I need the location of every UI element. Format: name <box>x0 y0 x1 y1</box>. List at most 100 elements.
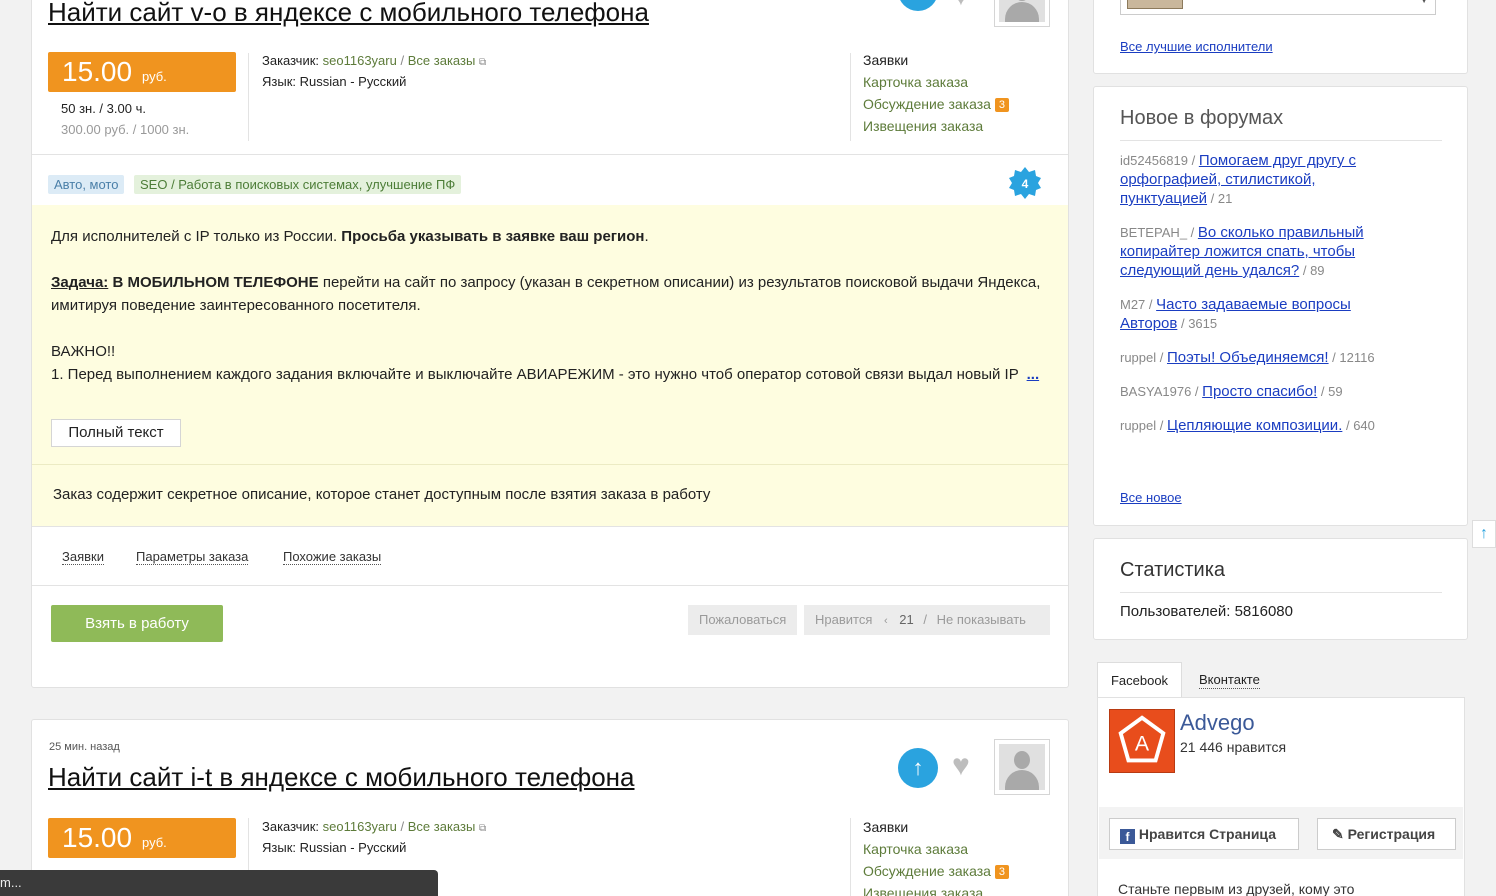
tab-order-params[interactable]: Параметры заказа <box>136 549 249 565</box>
social-tab-vkontakte[interactable]: Вконтакте <box>1199 672 1260 689</box>
best-performers-link[interactable]: Все лучшие исполнители <box>1120 39 1273 54</box>
complain-button[interactable]: Пожаловаться <box>688 605 798 635</box>
like-button[interactable]: Нравится <box>815 612 872 627</box>
users-count: 5816080 <box>1234 603 1293 620</box>
status-url: m... <box>0 875 22 890</box>
forum-topic-link[interactable]: Просто спасибо! <box>1202 383 1317 400</box>
language-line: Язык: Russian - Русский <box>262 74 406 89</box>
forum-item: BASYA1976 / Просто спасибо! / 59 <box>1120 383 1343 400</box>
forum-item: id52456819 / Помогаем друг другу с орфог… <box>1120 152 1357 207</box>
raise-order-button[interactable] <box>898 748 938 788</box>
advego-logo-icon: A <box>1118 715 1166 763</box>
divider <box>850 818 851 896</box>
secret-note: Заказ содержит секретное описание, котор… <box>53 486 711 503</box>
price-box: 15.00 руб. <box>48 818 236 858</box>
users-stat: Пользователей: 5816080 <box>1120 603 1293 620</box>
bids-count-badge: 4 <box>1009 167 1041 199</box>
like-count: 21 <box>899 612 914 627</box>
discussion-link[interactable]: Обсуждение заказа <box>863 96 991 112</box>
favorite-heart-icon[interactable]: ♥ <box>952 0 970 11</box>
order-title[interactable]: Найти сайт v-o в яндексе с мобильного те… <box>48 0 649 28</box>
category-tag[interactable]: Авто, мото <box>48 175 125 194</box>
forums-card: Новое в форумах id52456819 / Помогаем др… <box>1093 86 1468 526</box>
best-performers-card: ▼ Все лучшие исполнители <box>1093 0 1468 74</box>
divider <box>32 154 1068 155</box>
bids-link[interactable]: Заявки <box>863 816 1009 838</box>
divider <box>850 53 851 141</box>
forum-item: ВЕТЕРАН_ / Во сколько правильный копирай… <box>1120 224 1364 279</box>
stats-title: Статистика <box>1120 559 1226 581</box>
forum-item: ruppel / Поэты! Объединяемся! / 12116 <box>1120 349 1375 366</box>
tab-bids[interactable]: Заявки <box>62 549 104 565</box>
price-currency: руб. <box>142 69 167 84</box>
hide-button[interactable]: Не показывать <box>937 612 1026 627</box>
fb-page-name[interactable]: Advego <box>1180 710 1255 736</box>
forum-list: id52456819 / Помогаем друг другу с орфог… <box>1120 151 1400 450</box>
pencil-icon: ✎ <box>1332 826 1344 842</box>
language-label: Язык: <box>262 74 296 89</box>
more-link[interactable]: ... <box>1027 366 1040 383</box>
stats-card: Статистика Пользователей: 5816080 <box>1093 538 1468 640</box>
take-order-button[interactable]: Взять в работу <box>51 605 223 642</box>
like-controls: Нравится ‹ 21 / Не показывать <box>804 605 1050 635</box>
price-box: 15.00 руб. <box>48 52 236 92</box>
order-links: Заявки Карточка заказа Обсуждение заказа… <box>863 816 1009 896</box>
all-orders-link[interactable]: Все заказы <box>408 819 476 834</box>
discussion-link[interactable]: Обсуждение заказа <box>863 863 991 879</box>
notifications-link[interactable]: Извещения заказа <box>863 882 1009 896</box>
fb-friends-text: Станьте первым из друзей, кому это <box>1118 881 1355 896</box>
notifications-link[interactable]: Извещения заказа <box>863 115 1009 137</box>
customer-avatar[interactable] <box>994 0 1050 27</box>
scroll-to-top-button[interactable]: ↑ <box>1472 520 1496 548</box>
customer-name-link[interactable]: seo1163yaru <box>323 53 397 68</box>
order-card-link[interactable]: Карточка заказа <box>863 71 1009 93</box>
forum-topic-link[interactable]: Часто задаваемые вопросы Авторов <box>1120 296 1351 332</box>
volume-time: 50 зн. / 3.00 ч. <box>61 101 146 116</box>
customer-line: Заказчик: seo1163yaru / Все заказы ⧉ <box>262 53 487 68</box>
advego-logo[interactable]: A <box>1109 709 1175 773</box>
full-text-button[interactable]: Полный текст <box>51 419 181 447</box>
discussion-count-badge: 3 <box>994 98 1009 112</box>
category-tag[interactable]: SEO / Работа в поисковых системах, улучш… <box>134 175 462 194</box>
divider <box>248 53 249 141</box>
fb-cover: A Advego 21 446 нравится <box>1099 699 1463 807</box>
forum-topic-link[interactable]: Цепляющие композиции. <box>1167 417 1342 434</box>
social-tab-facebook[interactable]: Facebook <box>1097 662 1182 698</box>
customer-line: Заказчик: seo1163yaru / Все заказы ⧉ <box>262 819 487 834</box>
language-value: Russian - Русский <box>299 74 407 89</box>
order-time: 25 мин. назад <box>49 741 120 753</box>
customer-label: Заказчик: <box>262 53 320 68</box>
price-value: 15.00 <box>62 822 133 853</box>
divider <box>32 585 1068 586</box>
raise-order-button[interactable] <box>898 0 938 11</box>
rate-per-1000: 300.00 руб. / 1000 зн. <box>61 122 190 137</box>
price-currency: руб. <box>142 835 167 850</box>
facebook-icon: f <box>1120 829 1135 844</box>
bids-link[interactable]: Заявки <box>863 49 1009 71</box>
divider <box>1120 592 1442 593</box>
fb-like-page-button[interactable]: f Нравится Страница <box>1109 818 1299 850</box>
customer-name-link[interactable]: seo1163yaru <box>323 819 397 834</box>
forum-topic-link[interactable]: Поэты! Объединяемся! <box>1167 349 1329 366</box>
order-description: Для исполнителей с IP только из России. … <box>32 205 1068 526</box>
performer-thumbnail <box>1127 0 1183 9</box>
all-new-link[interactable]: Все новое <box>1120 490 1182 505</box>
divider <box>1120 140 1442 141</box>
price-value: 15.00 <box>62 56 133 87</box>
external-link-icon: ⧉ <box>478 823 487 834</box>
description-text: Для исполнителей с IP только из России. … <box>51 228 1041 383</box>
fb-register-button[interactable]: ✎ Регистрация <box>1317 818 1456 850</box>
tab-similar-orders[interactable]: Похожие заказы <box>283 549 382 565</box>
order-card-link[interactable]: Карточка заказа <box>863 838 1009 860</box>
customer-avatar[interactable] <box>994 739 1050 795</box>
order-title[interactable]: Найти сайт i-t в яндексе с мобильного те… <box>48 762 635 793</box>
favorite-heart-icon[interactable]: ♥ <box>952 751 970 781</box>
facebook-widget: A Advego 21 446 нравится f Нравится Стра… <box>1097 697 1465 896</box>
external-link-icon: ⧉ <box>478 57 487 68</box>
performer-select[interactable]: ▼ <box>1120 0 1436 15</box>
divider <box>32 526 1068 527</box>
order-card: Найти сайт v-o в яндексе с мобильного те… <box>31 0 1069 688</box>
fb-actions: f Нравится Страница ✎ Регистрация <box>1099 807 1463 859</box>
all-orders-link[interactable]: Все заказы <box>408 53 476 68</box>
customer-label: Заказчик: <box>262 819 320 834</box>
